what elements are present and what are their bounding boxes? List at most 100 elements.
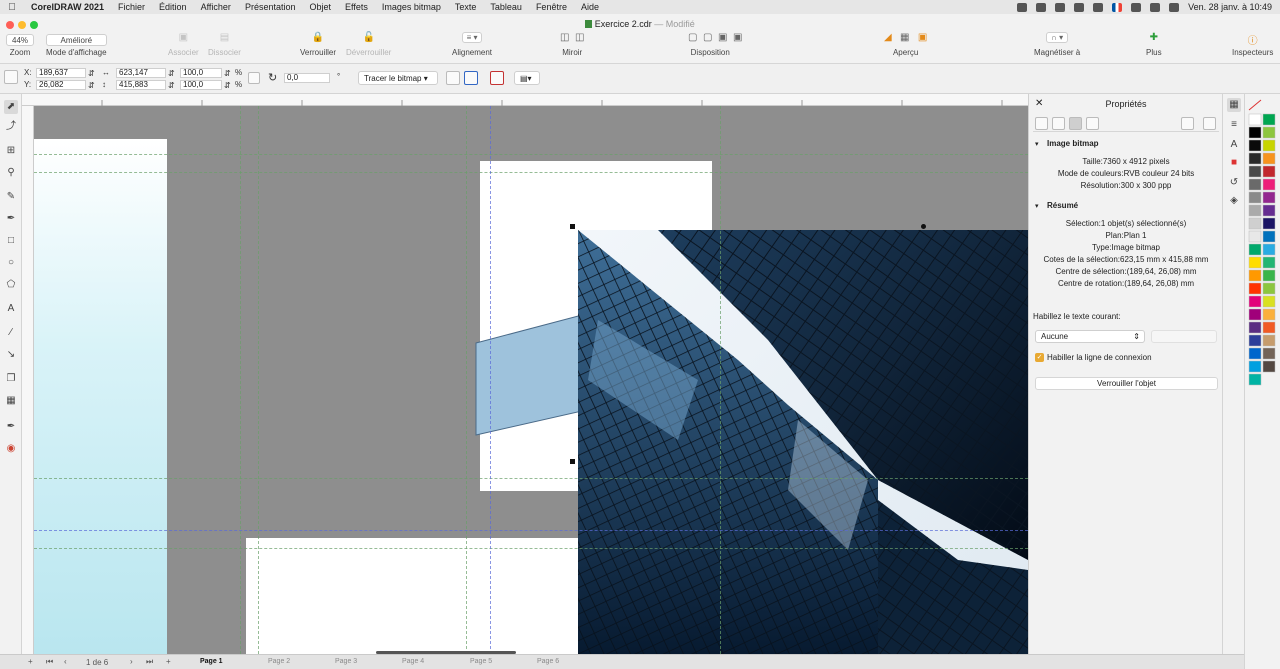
palette-swatch[interactable] xyxy=(1248,360,1262,373)
transform-docker-icon[interactable]: ↺ xyxy=(1227,176,1241,190)
guide-line[interactable] xyxy=(240,106,241,654)
page-tab-5[interactable]: Page 5 xyxy=(470,658,492,665)
stepper-icon[interactable]: ⇵ xyxy=(168,81,175,90)
parallel-dimension-tool-icon[interactable]: ∕ xyxy=(4,326,18,340)
width-field[interactable]: 623,147 xyxy=(116,68,166,78)
palette-swatch[interactable] xyxy=(1262,165,1276,178)
palette-swatch[interactable] xyxy=(1248,178,1262,191)
new-window-icon[interactable] xyxy=(1203,117,1216,130)
palette-swatch[interactable] xyxy=(1248,334,1262,347)
rotation-field[interactable]: 0,0 xyxy=(284,73,330,83)
status-icon[interactable] xyxy=(1036,2,1047,12)
palette-swatch[interactable] xyxy=(1262,217,1276,230)
section-bitmap[interactable]: Image bitmap xyxy=(1047,139,1099,148)
alignement-button[interactable]: ≡ ▾ Alignement xyxy=(452,32,492,57)
lock-panel-icon[interactable] xyxy=(1181,117,1194,130)
first-page-icon[interactable]: ⏮ xyxy=(46,657,53,667)
stepper-icon[interactable]: ⇵ xyxy=(224,81,231,90)
palette-swatch[interactable] xyxy=(1248,113,1262,126)
ellipse-tool-icon[interactable]: ○ xyxy=(4,256,18,270)
blue-polygon[interactable] xyxy=(475,314,583,436)
horizontal-scrollbar[interactable] xyxy=(376,651,516,654)
page-tab-1[interactable]: Page 1 xyxy=(200,658,223,665)
collapse-arrow-icon[interactable]: ▾ xyxy=(1035,140,1039,148)
palette-swatch[interactable] xyxy=(1248,243,1262,256)
guide-line[interactable] xyxy=(34,154,1028,155)
transparency-tool-icon[interactable]: ▦ xyxy=(4,394,18,408)
palette-swatch[interactable] xyxy=(1248,139,1262,152)
connector-tool-icon[interactable]: ↘ xyxy=(4,348,18,362)
objects-docker-icon[interactable]: ≡ xyxy=(1227,118,1241,132)
verrouiller-button[interactable]: 🔒 Verrouiller xyxy=(300,32,336,57)
palette-swatch[interactable] xyxy=(1262,256,1276,269)
palette-swatch[interactable] xyxy=(1248,126,1262,139)
palette-swatch[interactable] xyxy=(1262,295,1276,308)
page-tab-2[interactable]: Page 2 xyxy=(268,658,290,665)
stepper-icon[interactable]: ⇵ xyxy=(168,69,175,78)
status-icon[interactable] xyxy=(1055,2,1066,12)
guide-line[interactable] xyxy=(258,106,259,654)
scale-y-field[interactable]: 100,0 xyxy=(180,80,222,90)
palette-swatch[interactable] xyxy=(1248,204,1262,217)
color-docker-icon[interactable]: ■ xyxy=(1227,156,1241,170)
menu-app-name[interactable]: CorelDRAW 2021 xyxy=(24,2,111,12)
menu-fenetre[interactable]: Fenêtre xyxy=(529,2,574,12)
guide-line[interactable] xyxy=(34,478,1028,479)
guide-line[interactable] xyxy=(34,172,1028,173)
interactive-fill-tool-icon[interactable]: ◉ xyxy=(4,442,18,456)
apercu-button[interactable]: ◢ ▦ ▣ Aperçu xyxy=(884,32,927,57)
palette-swatch[interactable] xyxy=(1262,347,1276,360)
status-icon[interactable] xyxy=(1074,2,1085,12)
palette-swatch[interactable] xyxy=(1248,256,1262,269)
menu-edition[interactable]: Édition xyxy=(152,2,194,12)
eyedropper-tool-icon[interactable]: ✒ xyxy=(4,420,18,434)
add-page-end-icon[interactable]: + xyxy=(166,657,171,666)
palette-swatch[interactable] xyxy=(1262,178,1276,191)
palette-swatch[interactable] xyxy=(1262,126,1276,139)
lock-ratio-icon[interactable] xyxy=(248,72,260,84)
palette-swatch[interactable] xyxy=(1248,152,1262,165)
guide-line-blue[interactable] xyxy=(34,530,1028,531)
page-tab-4[interactable]: Page 4 xyxy=(402,658,424,665)
height-field[interactable]: 415,883 xyxy=(116,80,166,90)
palette-swatch[interactable] xyxy=(1262,191,1276,204)
stepper-icon[interactable]: ⇵ xyxy=(88,69,95,78)
artistic-media-tool-icon[interactable]: ✒ xyxy=(4,212,18,226)
zoom-tool-icon[interactable]: ⚲ xyxy=(4,166,18,180)
palette-swatch[interactable] xyxy=(1248,269,1262,282)
pick-tool-icon[interactable]: ⬈ xyxy=(4,100,18,114)
horizontal-ruler[interactable] xyxy=(22,94,1028,106)
stepper-icon[interactable]: ⇵ xyxy=(88,81,95,90)
wrap-text-dropdown[interactable]: ▤▾ xyxy=(514,71,540,85)
plus-button[interactable]: ✚ Plus xyxy=(1146,32,1162,57)
menu-images-bitmap[interactable]: Images bitmap xyxy=(375,2,448,12)
connector-checkbox[interactable]: ✓ xyxy=(1035,353,1044,362)
edit-bitmap-icon[interactable] xyxy=(490,71,504,85)
object-origin-icon[interactable] xyxy=(4,70,18,84)
control-center-icon[interactable] xyxy=(1169,2,1180,12)
palette-swatch[interactable] xyxy=(1262,113,1276,126)
palette-swatch[interactable] xyxy=(1248,321,1262,334)
menu-aide[interactable]: Aide xyxy=(574,2,606,12)
selection-handle-mid-left[interactable] xyxy=(570,459,575,464)
x-position-field[interactable]: 189,637 xyxy=(36,68,86,78)
palette-swatch[interactable] xyxy=(1262,360,1276,373)
building-bitmap[interactable] xyxy=(578,230,1028,654)
text-tool-icon[interactable]: A xyxy=(4,302,18,316)
y-position-field[interactable]: 26,082 xyxy=(36,80,86,90)
drop-shadow-tool-icon[interactable]: ❐ xyxy=(4,372,18,386)
clock[interactable]: Ven. 28 janv. à 10:49 xyxy=(1188,2,1272,12)
zoom-dropdown[interactable]: 44% xyxy=(6,34,35,46)
palette-swatch[interactable] xyxy=(1262,243,1276,256)
palette-swatch[interactable] xyxy=(1248,191,1262,204)
tab-character-icon[interactable] xyxy=(1052,117,1065,130)
text-docker-icon[interactable]: A xyxy=(1227,138,1241,152)
stepper-icon[interactable]: ⇵ xyxy=(224,69,231,78)
miroir-button[interactable]: ◫ ◫ Miroir xyxy=(560,32,584,57)
prev-page-icon[interactable]: ‹ xyxy=(64,657,67,666)
menu-presentation[interactable]: Présentation xyxy=(238,2,303,12)
section-resume[interactable]: Résumé xyxy=(1047,201,1078,210)
shape-tool-icon[interactable]: ⤴ xyxy=(4,120,18,134)
status-icon[interactable] xyxy=(1017,2,1028,12)
add-page-icon[interactable]: + xyxy=(28,657,33,666)
